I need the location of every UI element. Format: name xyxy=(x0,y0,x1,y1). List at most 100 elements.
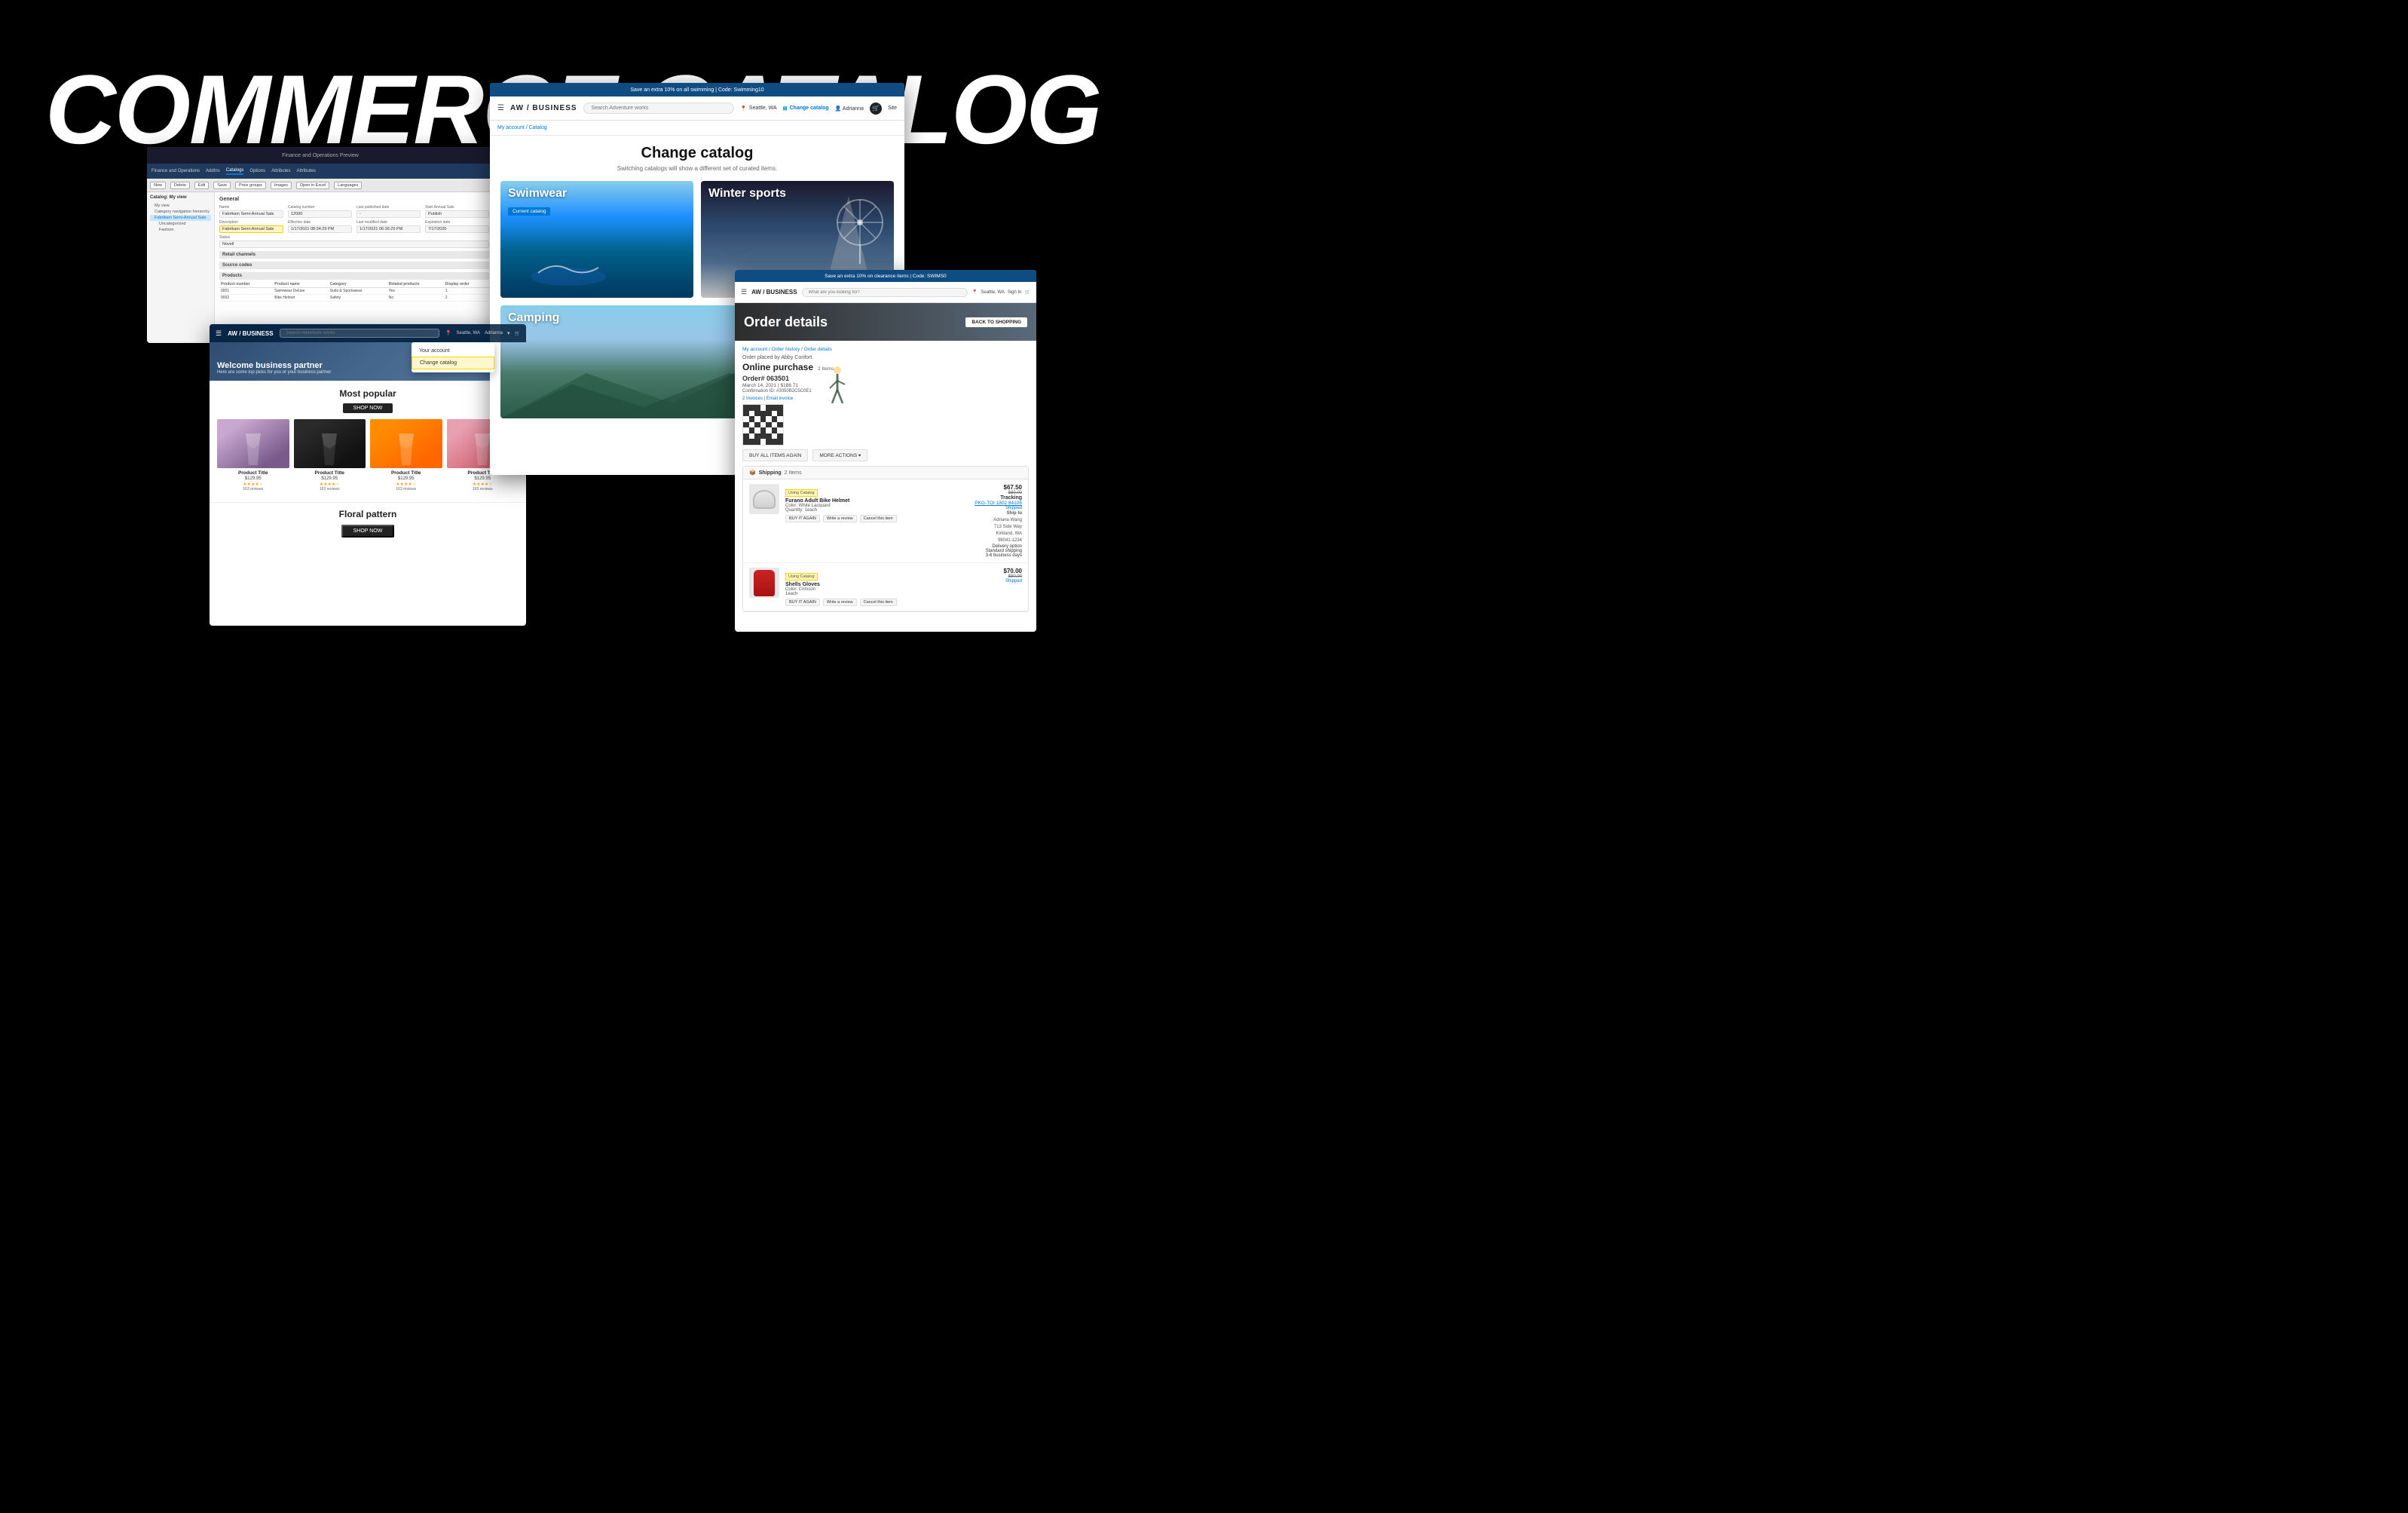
fo-field-status: Status Novell xyxy=(219,235,489,248)
list-item: Product Title $129.95 ★★★★☆ 163 reviews xyxy=(294,419,366,492)
cat-nav-user[interactable]: 👤 Adrianna xyxy=(835,106,864,112)
cat-nav-cart[interactable]: 🛒 xyxy=(870,103,882,115)
home-products-title: Most popular xyxy=(217,388,519,399)
order-action-btns: BUY ALL ITEMS AGAIN MORE ACTIONS ▾ xyxy=(742,449,1029,461)
order-nav-cart[interactable]: 🛒 xyxy=(1025,289,1030,295)
fo-btn-save[interactable]: Save xyxy=(213,182,231,189)
fo-section-general: General xyxy=(219,197,489,202)
fo-field-row-1: Name Fabrikam Semi-Annual Sale Catalog n… xyxy=(219,205,489,218)
catalog-icon: ⊞ xyxy=(783,106,788,112)
fo-tree-catalog[interactable]: My view xyxy=(150,203,211,209)
cat-hamburger-icon[interactable]: ☰ xyxy=(497,104,504,112)
order-type: Online purchase xyxy=(742,362,813,372)
fo-btn-excel[interactable]: Open in Excel xyxy=(296,182,329,189)
order-search-input[interactable] xyxy=(802,288,968,297)
order-item-2-review-btn[interactable]: Write a review xyxy=(823,599,857,606)
fo-col-num: Product number xyxy=(219,281,273,288)
fo-btn-price[interactable]: Price groups xyxy=(235,182,266,189)
home-nav-user[interactable]: Adrianna xyxy=(485,331,503,335)
order-hamburger-icon[interactable]: ☰ xyxy=(741,288,747,296)
fo-nav-catalogs[interactable]: Catalogs xyxy=(226,168,244,175)
fo-tree-uncategorized[interactable]: Uncategorized xyxy=(150,221,211,227)
fo-tree-selected[interactable]: Fabrikam Semi-Annual Sale xyxy=(150,215,211,221)
order-item-1-cancel-btn[interactable]: Cancel this item xyxy=(860,515,897,522)
hamburger-icon[interactable]: ☰ xyxy=(216,329,222,338)
order-nav-logo: AW / BUSINESS xyxy=(751,289,797,296)
more-actions-btn[interactable]: MORE ACTIONS ▾ xyxy=(812,449,867,461)
fo-btn-edit[interactable]: Edit xyxy=(194,182,209,189)
fo-btn-new[interactable]: New xyxy=(150,182,166,189)
order-item-1: Using Catalog Furano Adult Bike Helmet C… xyxy=(743,479,1028,563)
order-item-1-img xyxy=(749,484,779,514)
back-to-shopping-btn[interactable]: BACK TO SHOPPING xyxy=(965,317,1027,327)
cat-change-catalog-btn[interactable]: ⊞ Change catalog xyxy=(783,106,829,112)
order-item-2-qty: 1each xyxy=(785,592,975,596)
fo-field-start-date: Start Annual Sale Publish xyxy=(425,205,489,218)
shipping-icon: 📦 xyxy=(749,470,756,476)
cat-breadcrumb: My account / Catalog xyxy=(490,121,904,136)
home-nav-cart[interactable]: 🛒 xyxy=(515,331,520,336)
fo-btn-languages[interactable]: Languages xyxy=(334,182,362,189)
fo-btn-delete[interactable]: Delete xyxy=(170,182,190,189)
order-hero: Order details BACK TO SHOPPING xyxy=(735,303,1036,341)
fo-tree-catalog-name[interactable]: Category navigation hierarchy xyxy=(150,209,211,215)
fo-nav-file[interactable]: Finance and Operations xyxy=(151,169,200,173)
home-nav-logo: AW / BUSINESS xyxy=(228,330,273,337)
home-floral-section: Floral pattern SHOP NOW xyxy=(210,502,526,544)
order-item-2-cancel-btn[interactable]: Cancel this item xyxy=(860,599,897,606)
home-floral-title: Floral pattern xyxy=(216,509,520,519)
cat-site-btn[interactable]: Site xyxy=(888,106,897,111)
cat-search-input[interactable] xyxy=(583,103,735,114)
home-floral-btn[interactable]: SHOP NOW xyxy=(341,525,395,538)
home-dropdown-account[interactable]: Your account xyxy=(412,345,494,357)
fo-toolbar: New Delete Edit Save Price groups Images… xyxy=(147,179,494,192)
fo-label-status: Status xyxy=(219,235,489,240)
fo-nav-addins[interactable]: AddIns xyxy=(206,169,220,173)
order-nav-signin[interactable]: Sign In xyxy=(1008,290,1022,295)
order-item-1-buy-btn[interactable]: BUY IT AGAIN xyxy=(785,515,820,522)
order-tracking-id[interactable]: PKG-TOI 1802 84106 xyxy=(975,501,1022,506)
order-item-2-tag: Using Catalog xyxy=(785,573,818,580)
fo-field-name: Name Fabrikam Semi-Annual Sale xyxy=(219,205,283,218)
order-placed-by: Order placed by Abby Confort xyxy=(742,355,1029,360)
home-banner-content: Welcome business partner Here are some t… xyxy=(217,361,331,375)
order-ship-address: 713 Side WayKirkland, WA98041-1234 xyxy=(994,525,1022,543)
order-item-2-buy-btn[interactable]: BUY IT AGAIN xyxy=(785,599,820,606)
fo-field-catalog-num: Catalog number 12000 xyxy=(288,205,352,218)
fo-field-last-pub: Last published date - xyxy=(356,205,421,218)
home-dropdown-catalog[interactable]: Change catalog xyxy=(412,357,494,369)
table-row: 0001 Swimwear Deluxe Suits & Sportswear … xyxy=(219,288,489,295)
helmet-icon xyxy=(753,490,776,509)
fo-nav-options[interactable]: Options xyxy=(249,169,265,173)
product-2-reviews: 163 reviews xyxy=(294,487,366,492)
home-nav: ☰ AW / BUSINESS 📍 Seattle, WA Adrianna ▾… xyxy=(210,324,526,342)
fo-field-row-2: Description Fabrikam Semi-Annual Sale Ef… xyxy=(219,220,489,233)
list-item: Product Title $129.95 ★★★★☆ 163 reviews xyxy=(370,419,442,492)
home-search-input[interactable] xyxy=(280,329,439,338)
order-item-1-price: $67.50 xyxy=(975,484,1022,491)
location-icon: 📍 xyxy=(972,289,978,295)
fo-value-desc: Fabrikam Semi-Annual Sale xyxy=(219,225,283,233)
fo-tree-fashion[interactable]: Fashion xyxy=(150,227,211,233)
fo-nav-attributes[interactable]: Attributes xyxy=(271,169,290,173)
cat-change-text: Change catalog xyxy=(790,106,829,111)
product-4-price: $129.95 xyxy=(447,476,519,481)
product-1-reviews: 163 reviews xyxy=(217,487,289,492)
buy-all-items-again-btn[interactable]: BUY ALL ITEMS AGAIN xyxy=(742,449,808,461)
order-item-1-review-btn[interactable]: Write a review xyxy=(823,515,857,522)
product-3-img xyxy=(370,419,442,468)
order-content: My account / Order history / Order detai… xyxy=(735,341,1036,632)
fo-retail-channels: Retail channels xyxy=(219,251,489,259)
home-banner-subtitle: Here are some top picks for you or your … xyxy=(217,370,331,375)
fo-nav-attributes2[interactable]: Attributes xyxy=(296,169,315,173)
cat-nav-location: 📍 Seattle, WA xyxy=(740,106,776,112)
home-shop-now-btn[interactable]: SHOP NOW xyxy=(343,403,393,413)
fo-label-last-pub: Last published date xyxy=(356,205,421,210)
order-promo-text: Save an extra 10% on clearance items | C… xyxy=(825,274,946,279)
order-item-2-btns: BUY IT AGAIN Write a review Cancel this … xyxy=(785,599,975,606)
home-nav-location: Seattle, WA xyxy=(457,331,480,335)
fo-title-bar: Finance and Operations Preview xyxy=(147,147,494,164)
product-1-price: $129.95 xyxy=(217,476,289,481)
fo-btn-images[interactable]: Images xyxy=(271,182,292,189)
fo-value-catalog: 12000 xyxy=(288,210,352,218)
